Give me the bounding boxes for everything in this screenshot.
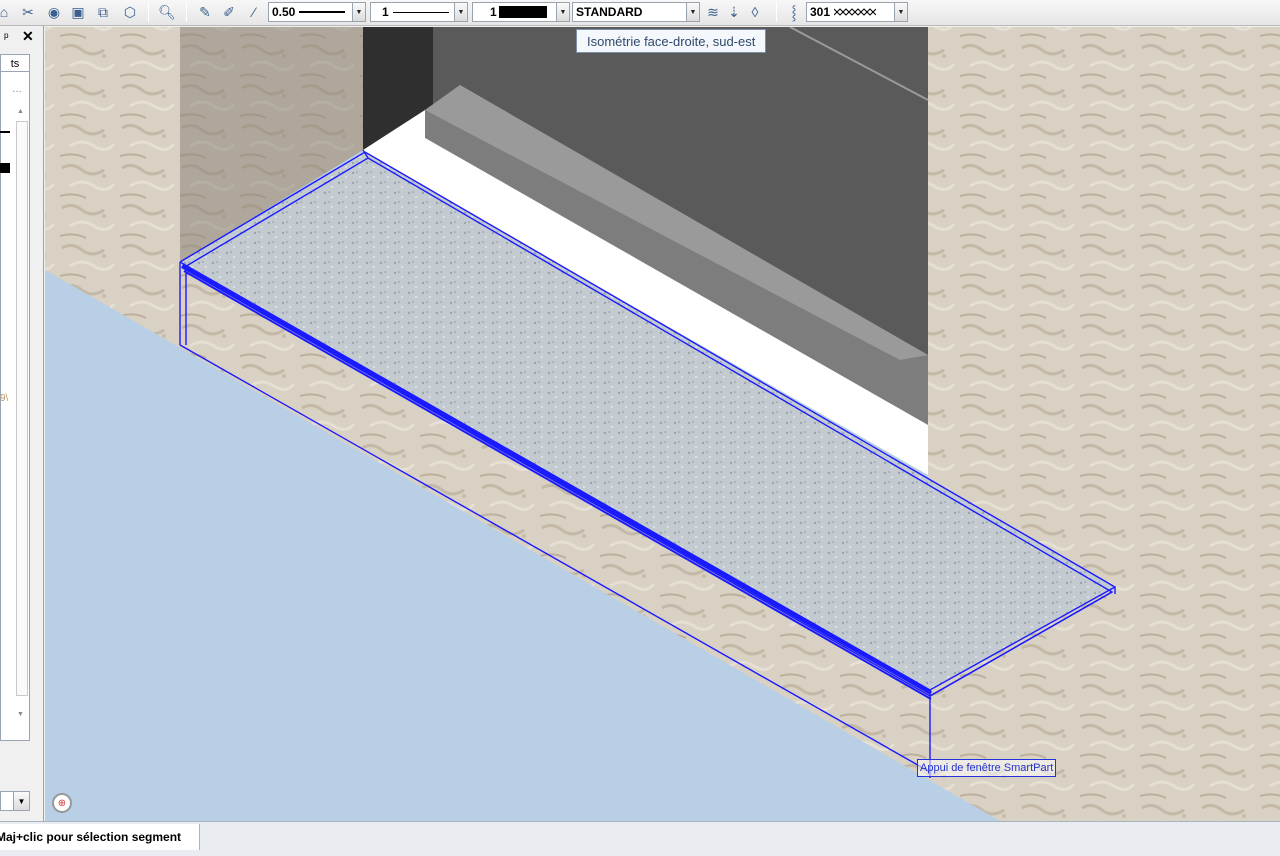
pipette-icon[interactable]: ⁄ (244, 2, 264, 22)
hatch-number-value: 301 (810, 5, 831, 19)
color-combo[interactable]: 1 ▼ (472, 2, 570, 22)
zoom-query-icon[interactable]: 🔍︎ (157, 2, 177, 22)
pin-icon[interactable]: ᵖ (4, 30, 9, 44)
chevron-down-icon[interactable]: ▼ (686, 3, 699, 21)
pen-thickness-combo[interactable]: 0.50 ▼ (268, 2, 366, 22)
hatch-icon[interactable]: ⸾ (784, 2, 804, 22)
cube-icon[interactable]: ⬡ (120, 2, 140, 22)
view-tooltip: Isométrie face-droite, sud-est (576, 29, 767, 53)
object-label: Appui de fenêtre SmartPart (917, 759, 1057, 777)
chevron-down-icon[interactable]: ▼ (894, 3, 907, 21)
chevron-down-icon[interactable]: ▼ (556, 3, 569, 21)
layer-stack-icon[interactable]: ≋ (703, 2, 723, 22)
panel-combo[interactable]: ▼ (0, 791, 30, 811)
scroll-down-icon[interactable]: ▼ (17, 711, 24, 718)
toolbar-separator (776, 2, 777, 22)
status-hint-text: Maj+clic pour sélection segment (0, 830, 182, 844)
paint-brush-icon[interactable]: ✎ (195, 2, 215, 22)
hatch-sample (834, 8, 877, 16)
color-swatch (0, 163, 10, 173)
layer-name-value: STANDARD (576, 5, 643, 19)
close-icon[interactable]: ✕ (22, 28, 34, 45)
toolbar-separator (148, 2, 149, 22)
pen-icon[interactable]: ✐ (219, 2, 239, 22)
color-sample (498, 6, 547, 18)
line-type-combo[interactable]: 1 ▼ (370, 2, 468, 22)
panel-scrollbar[interactable] (16, 121, 28, 696)
line-sample (0, 131, 10, 133)
3d-viewport[interactable]: ⊕ Appui de fenêtre SmartPart (45, 27, 1280, 821)
open-folder-icon[interactable]: ▣ (68, 2, 88, 22)
layer-icon[interactable]: ⌂ (0, 2, 14, 22)
copy-view-icon[interactable]: ⧉ (93, 2, 113, 22)
toolbar: ⌂ ✂ ◉ ▣ ⧉ ⬡ 🔍︎ ✎ ✐ ⁄ 0.50 ▼ 1 ▼ 1 ▼ STAN… (0, 0, 1280, 26)
chevron-down-icon[interactable]: ▼ (352, 3, 365, 21)
pen-thickness-value: 0.50 (272, 5, 296, 19)
layer-combo[interactable]: STANDARD ▼ (572, 2, 700, 22)
color-number-value: 1 (490, 5, 497, 19)
line-type-value: 1 (382, 5, 389, 19)
layer-eraser-icon[interactable]: ◊ (745, 2, 765, 22)
scroll-up-icon[interactable]: ▲ (17, 108, 24, 115)
panel-tab[interactable]: ts (0, 54, 30, 72)
pen-thickness-sample (299, 11, 346, 13)
status-hint: Maj+clic pour sélection segment (0, 824, 200, 850)
eye-icon[interactable]: ◉ (44, 2, 64, 22)
tools-icon[interactable]: ✂ (18, 2, 38, 22)
status-bar: Maj+clic pour sélection segment (0, 821, 1280, 856)
partial-tag: 9\ (0, 393, 9, 404)
layer-down-icon[interactable]: ⇣ (724, 2, 744, 22)
navigation-gizmo-icon[interactable]: ⊕ (52, 793, 72, 813)
hatch-combo[interactable]: 301 ▼ (806, 2, 908, 22)
chevron-down-icon[interactable]: ▼ (13, 792, 29, 810)
line-type-sample (392, 11, 449, 13)
left-panel: ᵖ ✕ ts … ▲ ▼ 9\ ▼ (0, 26, 44, 821)
chevron-down-icon[interactable]: ▼ (454, 3, 467, 21)
scene-render (45, 27, 1280, 821)
more-icon[interactable]: … (12, 84, 22, 95)
toolbar-separator (186, 2, 187, 22)
